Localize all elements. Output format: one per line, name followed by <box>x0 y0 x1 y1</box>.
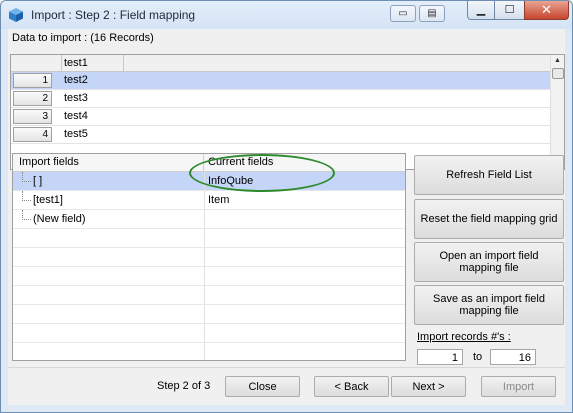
empty-row <box>13 305 405 324</box>
grid-row[interactable]: 2 test3 <box>11 90 550 108</box>
mapping-row[interactable]: (New field) <box>13 210 405 229</box>
cell-value[interactable]: test3 <box>64 92 88 104</box>
grid-header: test1 <box>11 55 550 72</box>
grid-column-header[interactable]: test1 <box>62 55 124 71</box>
step-indicator: Step 2 of 3 <box>157 380 211 392</box>
save-label: Save as an import field mapping file <box>433 293 545 317</box>
import-label: Import <box>502 380 535 393</box>
cell-value[interactable]: test2 <box>64 74 88 86</box>
window-layout-button[interactable]: ▤ <box>419 5 445 22</box>
grid-row[interactable]: 4 test5 <box>11 126 550 144</box>
import-field-name[interactable]: [test1] <box>33 194 63 206</box>
tree-connector <box>22 172 31 182</box>
empty-row <box>13 324 405 343</box>
scroll-up-arrow-icon[interactable]: ▲ <box>553 56 562 66</box>
grid-vertical-scrollbar[interactable]: ▲ ▼ <box>550 55 564 167</box>
empty-row <box>13 248 405 267</box>
save-mapping-file-button[interactable]: Save as an import field mapping file <box>414 285 564 325</box>
to-label: to <box>473 351 483 363</box>
import-records-label: Import records #'s : <box>417 331 511 343</box>
reset-mapping-button[interactable]: Reset the field mapping grid <box>414 199 564 239</box>
next-label: Next > <box>412 380 445 393</box>
row-header-corner <box>11 55 62 71</box>
cell-value[interactable]: test4 <box>64 110 88 122</box>
refresh-label: Refresh Field List <box>446 169 532 181</box>
import-field-name[interactable]: (New field) <box>33 213 86 225</box>
app-cube-icon <box>9 8 23 22</box>
empty-row <box>13 343 405 360</box>
import-button[interactable]: Import <box>481 376 556 397</box>
cell-value[interactable]: test5 <box>64 128 88 140</box>
bottom-separator <box>8 367 565 368</box>
tree-connector <box>22 210 31 220</box>
minimize-button[interactable]: ▁ <box>467 1 495 20</box>
close-label: Close <box>248 380 277 393</box>
current-field-value[interactable]: Item <box>208 194 229 206</box>
row-number[interactable]: 3 <box>13 109 52 124</box>
refresh-field-list-button[interactable]: Refresh Field List <box>414 155 564 195</box>
row-number[interactable]: 1 <box>13 73 52 88</box>
back-button[interactable]: < Back <box>314 376 389 397</box>
close-button[interactable]: Close <box>225 376 300 397</box>
import-to-input[interactable]: 16 <box>490 349 536 365</box>
dialog-client: Data to import : (16 Records) test1 1 te… <box>8 29 565 405</box>
row-number[interactable]: 4 <box>13 127 52 142</box>
grid-row[interactable]: 1 test2 <box>11 72 550 90</box>
grid-row[interactable]: 3 test4 <box>11 108 550 126</box>
field-mapping-grid[interactable]: Import fields Current fields [ ] InfoQub… <box>12 153 406 361</box>
close-window-button[interactable]: ✕ <box>524 1 569 20</box>
empty-row <box>13 286 405 305</box>
title-bar: Import : Step 2 : Field mapping ▭ ▤ ▁ ☐ … <box>1 1 572 29</box>
import-dialog: Import : Step 2 : Field mapping ▭ ▤ ▁ ☐ … <box>0 0 573 413</box>
data-to-import-label: Data to import : (16 Records) <box>12 32 154 44</box>
mapping-row[interactable]: [test1] Item <box>13 191 405 210</box>
next-button[interactable]: Next > <box>391 376 466 397</box>
row-number[interactable]: 2 <box>13 91 52 106</box>
import-from-input[interactable]: 1 <box>417 349 463 365</box>
tree-connector <box>22 191 31 201</box>
window-title: Import : Step 2 : Field mapping <box>31 8 196 22</box>
scroll-thumb[interactable] <box>552 68 564 79</box>
back-label: < Back <box>334 380 369 393</box>
highlight-ellipse <box>189 154 335 192</box>
import-fields-header[interactable]: Import fields <box>13 154 204 171</box>
empty-row <box>13 229 405 248</box>
import-field-name[interactable]: [ ] <box>33 175 42 187</box>
empty-row <box>13 267 405 286</box>
maximize-button[interactable]: ☐ <box>494 1 525 20</box>
open-mapping-file-button[interactable]: Open an import field mapping file <box>414 242 564 282</box>
open-label: Open an import field mapping file <box>439 250 539 274</box>
reset-label: Reset the field mapping grid <box>420 213 558 225</box>
restore-layout-button[interactable]: ▭ <box>390 5 416 22</box>
